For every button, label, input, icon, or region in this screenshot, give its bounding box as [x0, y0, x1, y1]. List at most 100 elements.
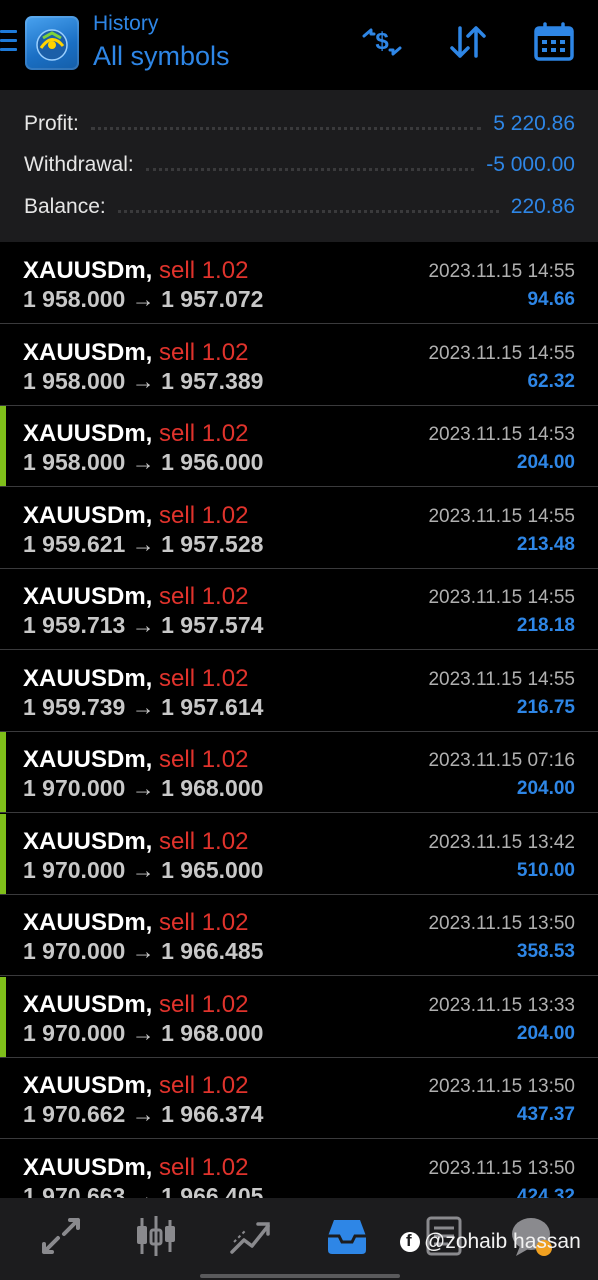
trade-type: sell 1.02 [159, 828, 249, 855]
nav-trade[interactable] [228, 1214, 274, 1258]
trade-profit: 437.37 [516, 1104, 575, 1125]
trade-time: 2023.11.15 13:50 [428, 1158, 575, 1179]
trade-row[interactable]: XAUUSDm, sell 1.02 1 970.662 → 1 966.374 2… [0, 1058, 598, 1139]
trade-row[interactable]: XAUUSDm, sell 1.02 1 959.713 → 1 957.574 2… [0, 569, 598, 650]
trade-prices: 1 958.000 → 1 956.000 [23, 449, 264, 475]
withdrawal-row: Withdrawal: -5 000.00 [24, 145, 575, 185]
trade-prices: 1 970.000 → 1 968.000 [23, 1020, 264, 1046]
trade-type: sell 1.02 [159, 257, 249, 284]
calendar-icon [534, 22, 574, 61]
watermark: @zohaib hassan [400, 1228, 581, 1256]
withdrawal-value: -5 000.00 [486, 153, 575, 176]
profit-value: 5 220.86 [493, 112, 575, 135]
trade-prices: 1 970.663 → 1 966.405 [23, 1183, 264, 1198]
trade-time: 2023.11.15 14:55 [428, 261, 575, 282]
nav-history[interactable] [324, 1214, 370, 1258]
nav-quotes[interactable] [38, 1214, 84, 1258]
trade-row[interactable]: XAUUSDm, sell 1.02 1 970.000 → 1 968.000 2… [0, 732, 598, 813]
trade-time: 2023.11.15 14:53 [428, 424, 575, 445]
trade-prices: 1 970.000 → 1 968.000 [23, 775, 264, 801]
profit-label: Profit: [24, 112, 79, 135]
trade-symbol: XAUUSDm, [23, 257, 153, 284]
calendar-button[interactable] [532, 22, 576, 62]
trade-time: 2023.11.15 13:42 [428, 832, 575, 853]
trade-time: 2023.11.15 13:50 [428, 913, 575, 934]
nav-chart[interactable] [133, 1214, 179, 1258]
trade-history-list[interactable]: XAUUSDm, sell 1.02 1 958.000 → 1 957.072 2… [0, 243, 598, 1198]
trade-title: XAUUSDm, sell 1.02 [23, 1072, 248, 1100]
withdrawal-label: Withdrawal: [24, 153, 134, 176]
top-app-bar: History All symbols $ [0, 0, 598, 90]
trade-prices: 1 970.000 → 1 966.485 [23, 938, 264, 964]
trade-type: sell 1.02 [159, 1072, 249, 1099]
trade-title: XAUUSDm, sell 1.02 [23, 420, 248, 448]
trade-profit: 213.48 [516, 534, 575, 555]
menu-icon[interactable] [0, 30, 18, 54]
profit-row: Profit: 5 220.86 [24, 104, 575, 144]
trade-type: sell 1.02 [159, 1154, 249, 1181]
watermark-text: @zohaib hassan [424, 1230, 581, 1253]
trade-title: XAUUSDm, sell 1.02 [23, 828, 248, 856]
trade-row[interactable]: XAUUSDm, sell 1.02 1 970.000 → 1 968.000 2… [0, 977, 598, 1058]
page-subtitle: History [93, 12, 159, 35]
deal-marker [0, 977, 6, 1057]
balance-label: Balance: [24, 195, 106, 218]
balance-operations-button[interactable]: $ [360, 22, 404, 62]
trade-prices: 1 970.000 → 1 965.000 [23, 857, 264, 883]
svg-text:$: $ [375, 28, 389, 55]
quotes-icon [42, 1218, 80, 1254]
trade-type: sell 1.02 [159, 746, 249, 773]
trade-symbol: XAUUSDm, [23, 420, 153, 447]
trade-prices: 1 959.713 → 1 957.574 [23, 612, 264, 638]
trade-row[interactable]: XAUUSDm, sell 1.02 1 959.739 → 1 957.614 2… [0, 651, 598, 732]
trade-prices: 1 958.000 → 1 957.389 [23, 368, 264, 394]
trade-type: sell 1.02 [159, 583, 249, 610]
trade-type: sell 1.02 [159, 665, 249, 692]
trade-type: sell 1.02 [159, 420, 249, 447]
trade-title: XAUUSDm, sell 1.02 [23, 339, 248, 367]
page-title-block: History All symbols [93, 10, 230, 74]
trade-symbol: XAUUSDm, [23, 339, 153, 366]
trade-time: 2023.11.15 14:55 [428, 587, 575, 608]
trade-title: XAUUSDm, sell 1.02 [23, 991, 248, 1019]
trade-row[interactable]: XAUUSDm, sell 1.02 1 958.000 → 1 956.000 2… [0, 406, 598, 487]
dotted-leader [117, 209, 499, 213]
deal-marker [0, 406, 6, 486]
trade-profit: 94.66 [527, 289, 575, 310]
trade-type: sell 1.02 [159, 339, 249, 366]
trade-time: 2023.11.15 14:55 [428, 343, 575, 364]
trade-profit: 62.32 [527, 371, 575, 392]
deal-marker [0, 732, 6, 812]
trade-row[interactable]: XAUUSDm, sell 1.02 1 959.621 → 1 957.528 2… [0, 488, 598, 569]
sort-button[interactable] [446, 22, 490, 62]
trade-title: XAUUSDm, sell 1.02 [23, 257, 248, 285]
trade-row[interactable]: XAUUSDm, sell 1.02 1 958.000 → 1 957.389 2… [0, 325, 598, 406]
sort-icon [450, 26, 486, 58]
trade-row[interactable]: XAUUSDm, sell 1.02 1 970.000 → 1 965.000 2… [0, 814, 598, 895]
deal-marker [0, 814, 6, 894]
trade-symbol: XAUUSDm, [23, 991, 153, 1018]
trade-row[interactable]: XAUUSDm, sell 1.02 1 970.000 → 1 966.485 2… [0, 895, 598, 976]
trade-profit: 204.00 [516, 452, 575, 473]
trade-profit: 204.00 [516, 1023, 575, 1044]
trade-symbol: XAUUSDm, [23, 583, 153, 610]
trade-row[interactable]: XAUUSDm, sell 1.02 1 970.663 → 1 966.405 2… [0, 1140, 598, 1198]
trade-title: XAUUSDm, sell 1.02 [23, 665, 248, 693]
metatrader-logo[interactable] [25, 16, 79, 70]
symbol-filter-title[interactable]: All symbols [93, 38, 230, 74]
dotted-leader [90, 126, 482, 130]
facebook-icon [400, 1231, 420, 1252]
trade-type: sell 1.02 [159, 991, 249, 1018]
trade-title: XAUUSDm, sell 1.02 [23, 583, 248, 611]
trade-time: 2023.11.15 13:33 [428, 995, 575, 1016]
home-indicator[interactable] [200, 1274, 400, 1278]
trade-title: XAUUSDm, sell 1.02 [23, 909, 248, 937]
history-inbox-icon [328, 1220, 366, 1254]
trade-prices: 1 959.621 → 1 957.528 [23, 531, 264, 557]
trade-symbol: XAUUSDm, [23, 502, 153, 529]
trade-title: XAUUSDm, sell 1.02 [23, 1154, 248, 1182]
trade-symbol: XAUUSDm, [23, 909, 153, 936]
trade-symbol: XAUUSDm, [23, 1154, 153, 1181]
trade-row[interactable]: XAUUSDm, sell 1.02 1 958.000 → 1 957.072 2… [0, 243, 598, 324]
trade-type: sell 1.02 [159, 909, 249, 936]
